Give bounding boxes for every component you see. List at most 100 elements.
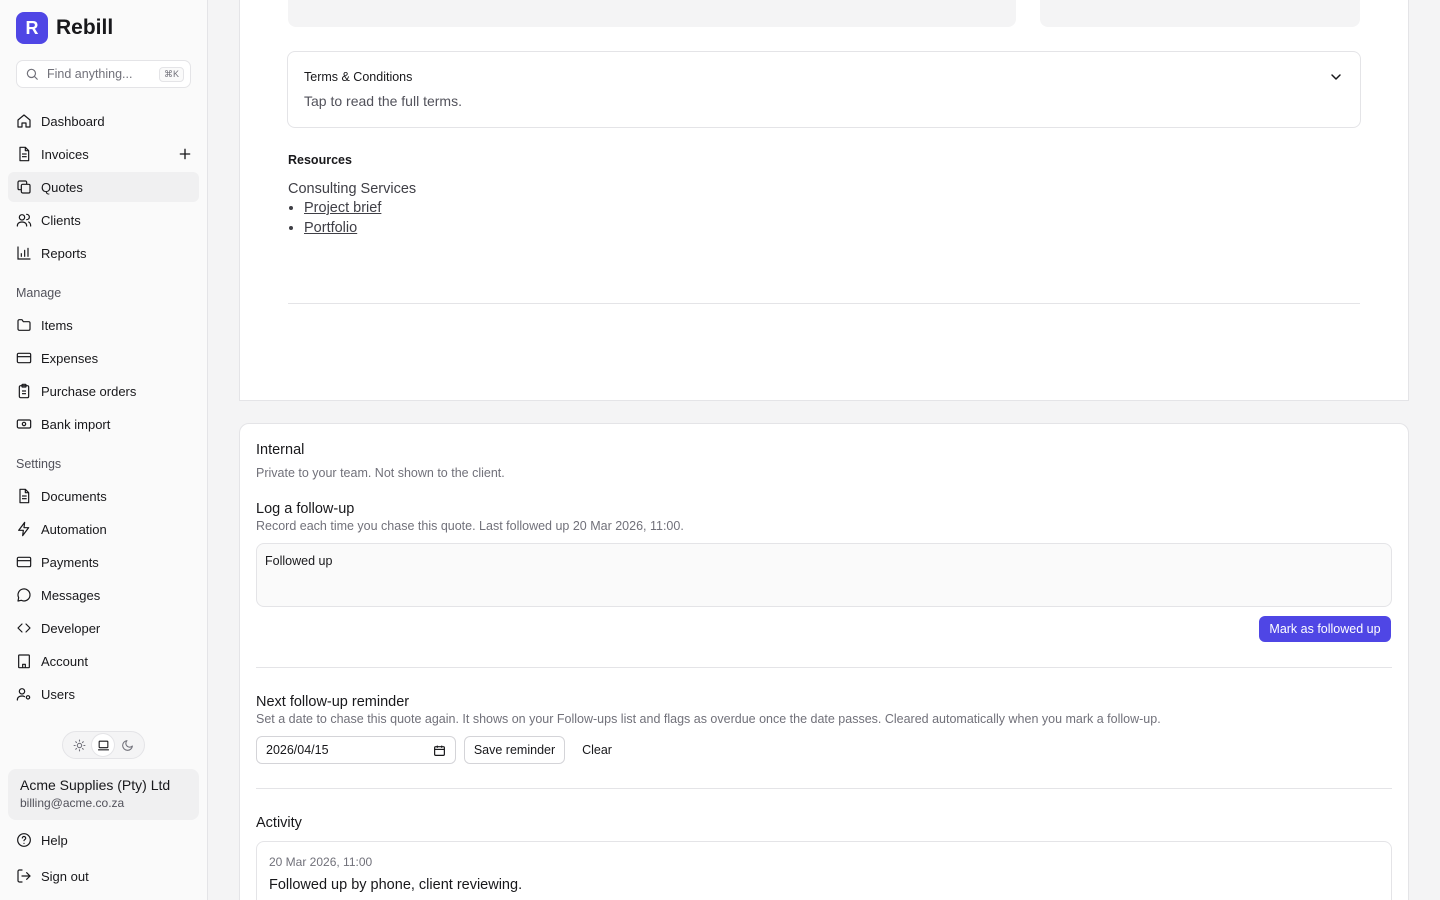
followup-subtitle: Record each time you chase this quote. L… [256,519,684,533]
sidebar-item-label: Payments [41,554,99,570]
internal-card [239,423,1409,900]
home-icon [17,114,31,128]
sidebar-item-label: Dashboard [41,113,105,129]
resource-link-project-brief[interactable]: Project brief [304,200,381,216]
credit-card-icon [16,352,32,364]
copy-icon [17,180,31,194]
sidebar-item-purchase-orders[interactable]: Purchase orders [8,376,199,406]
sidebar-item-label: Help [41,832,68,848]
resource-link-portfolio[interactable]: Portfolio [304,220,357,236]
zap-icon [18,521,30,537]
credit-card-icon [16,556,32,568]
sidebar-item-automation[interactable]: Automation [8,514,199,544]
internal-subtitle: Private to your team. Not shown to the c… [256,466,505,480]
sidebar-item-label: Quotes [41,179,83,195]
sidebar-item-quotes[interactable]: Quotes [8,172,199,202]
section-label-settings: Settings [16,457,62,471]
sun-icon [73,739,86,751]
sidebar-item-label: Users [41,686,75,702]
sidebar-item-label: Reports [41,245,87,261]
theme-system-button[interactable] [92,734,115,756]
sidebar-item-label: Expenses [41,350,99,366]
sidebar-item-help[interactable]: Help [8,825,199,855]
sidebar-item-dashboard[interactable]: Dashboard [8,106,199,136]
sidebar-item-expenses[interactable]: Expenses [8,343,199,373]
search-placeholder: Find anything... [47,67,133,81]
clear-reminder-button[interactable]: Clear [572,736,622,764]
file-text-icon [19,488,30,504]
calendar-icon[interactable] [433,744,446,757]
organization-switcher[interactable]: Acme Supplies (Pty) Ltd billing@acme.co.… [8,769,199,820]
theme-light-button[interactable] [68,734,90,756]
brand-logo: R [16,12,48,44]
reminder-date-value: 2026/04/15 [266,743,329,757]
sidebar-item-payments[interactable]: Payments [8,547,199,577]
followup-note-field[interactable]: Followed up [256,543,1392,607]
sidebar-item-invoices[interactable]: Invoices [8,139,199,169]
reminder-date-field[interactable]: 2026/04/15 [256,736,456,764]
sidebar-item-clients[interactable]: Clients [8,205,199,235]
resources-list: Project brief Portfolio [304,200,381,240]
reminder-title: Next follow-up reminder [256,694,410,710]
file-text-icon [19,146,30,162]
divider [256,788,1392,789]
organization-name: Acme Supplies (Pty) Ltd [20,777,171,793]
list-item: Portfolio [304,220,381,240]
sidebar-item-items[interactable]: Items [8,310,199,340]
brand[interactable]: R Rebill [16,12,113,44]
terms-subtitle: Tap to read the full terms. [304,93,462,109]
reminder-subtitle: Set a date to chase this quote again. It… [256,712,1161,726]
laptop-icon [98,740,109,750]
sidebar-item-label: Messages [41,587,101,603]
sidebar-item-bank-import[interactable]: Bank import [8,409,199,439]
sidebar-item-label: Account [41,653,88,669]
sidebar-item-label: Documents [41,488,107,504]
summary-panel-bottom [1040,0,1360,27]
sidebar-item-sign-out[interactable]: Sign out [8,861,199,891]
sidebar-item-account[interactable]: Account [8,646,199,676]
search-icon [26,68,38,80]
banknote-icon [16,419,32,429]
divider [256,667,1392,668]
activity-text: Followed up by phone, client reviewing. [269,877,523,893]
sidebar-item-developer[interactable]: Developer [8,613,199,643]
message-circle-icon [17,588,31,602]
building-icon [18,654,30,669]
internal-title: Internal [256,442,305,458]
brand-name: Rebill [56,16,114,39]
save-reminder-button[interactable]: Save reminder [464,736,565,764]
activity-timestamp: 20 Mar 2026, 11:00 [269,855,373,869]
resources-group-name: Consulting Services [288,181,417,197]
sidebar-item-reports[interactable]: Reports [8,238,199,268]
sidebar-item-messages[interactable]: Messages [8,580,199,610]
log-out-icon [17,869,31,883]
followup-title: Log a follow-up [256,501,355,517]
terms-accordion[interactable]: Terms & Conditions Tap to read the full … [287,51,1361,128]
add-invoice-icon[interactable] [177,146,193,162]
sidebar-item-documents[interactable]: Documents [8,481,199,511]
sidebar-item-label: Purchase orders [41,383,137,399]
resources-title: Resources [288,153,352,167]
moon-icon [122,739,134,751]
theme-toggle [62,731,145,759]
search-input[interactable]: Find anything... ⌘K [16,60,191,88]
list-item: Project brief [304,200,381,220]
help-circle-icon [17,833,31,847]
sidebar-item-users[interactable]: Users [8,679,199,709]
terms-title: Terms & Conditions [304,70,413,84]
sidebar-item-label: Developer [41,620,101,636]
user-cog-icon [16,688,31,701]
sidebar: R Rebill Find anything... ⌘K Dashboard I… [0,0,208,900]
chevron-down-icon[interactable] [1328,69,1344,85]
sidebar-item-label: Clients [41,212,81,228]
divider [288,303,1360,304]
bar-chart-icon [17,246,31,260]
sidebar-item-label: Automation [41,521,107,537]
mark-as-followed-up-button[interactable]: Mark as followed up [1259,616,1391,642]
search-shortcut: ⌘K [158,66,184,82]
details-panel-bottom [288,0,1016,27]
sidebar-item-label: Bank import [41,416,111,432]
theme-dark-button[interactable] [117,734,139,756]
sidebar-item-label: Items [41,317,73,333]
section-label-manage: Manage [16,286,62,300]
